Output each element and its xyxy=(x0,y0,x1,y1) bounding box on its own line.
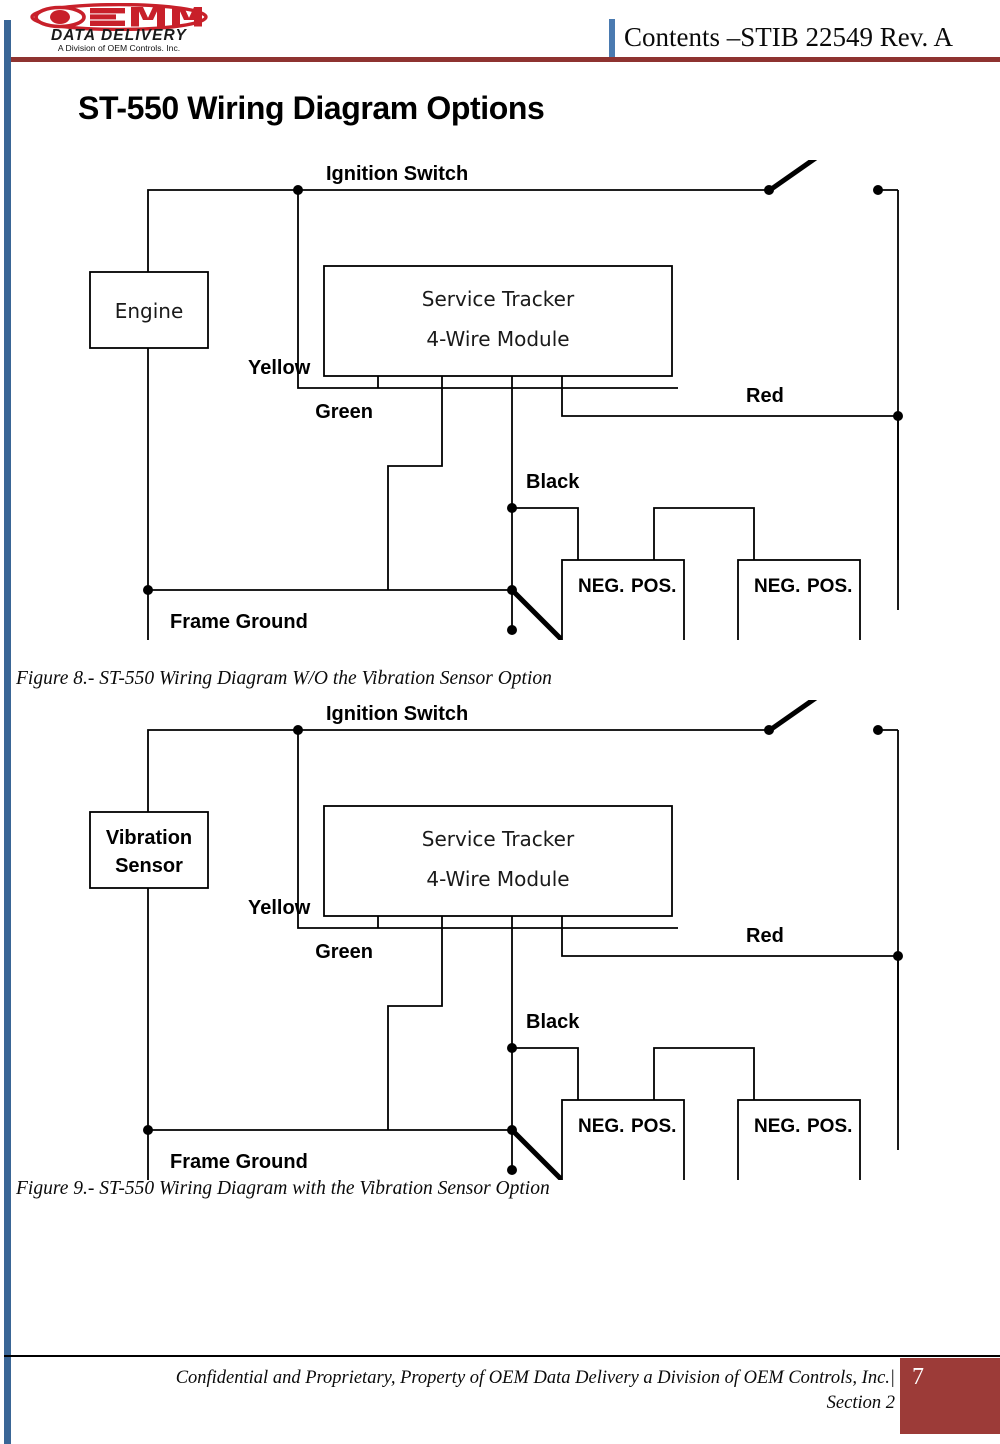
wiring-diagram-figure-8: Engine Service Tracker 4-Wire Module NEG… xyxy=(78,160,908,640)
module-label-line2: 4-Wire Module xyxy=(426,867,569,891)
page-header: DATA DELIVERY A Division of OEM Controls… xyxy=(0,0,1000,68)
oem-data-delivery-logo: DATA DELIVERY A Division of OEM Controls… xyxy=(24,2,212,54)
module-label-line1: Service Tracker xyxy=(422,287,575,311)
source-box-label-line1: Vibration xyxy=(106,827,192,849)
yellow-label: Yellow xyxy=(248,897,311,919)
frame-ground-label: Frame Ground xyxy=(170,611,308,633)
battery-2-pos: POS. xyxy=(807,576,852,597)
source-box-label-line1: Engine xyxy=(115,299,184,323)
ignition-switch-label: Ignition Switch xyxy=(326,163,468,185)
logo-subtitle: A Division of OEM Controls. Inc. xyxy=(57,43,181,53)
footer-divider xyxy=(4,1355,1000,1357)
footer-section-line: Section 2 xyxy=(826,1393,895,1413)
frame-ground-label: Frame Ground xyxy=(170,1151,308,1173)
wiring-diagram-figure-9: Vibration Sensor Service Tracker 4-Wire … xyxy=(78,700,908,1180)
red-label: Red xyxy=(746,925,784,947)
header-rule-blue xyxy=(4,53,11,67)
battery-1-neg: NEG. xyxy=(578,576,624,597)
green-label: Green xyxy=(315,941,373,963)
module-label-line1: Service Tracker xyxy=(422,827,575,851)
battery-2-neg: NEG. xyxy=(754,1116,800,1137)
battery-1-neg: NEG. xyxy=(578,1116,624,1137)
ignition-switch-label: Ignition Switch xyxy=(326,703,468,725)
battery-2-neg: NEG. xyxy=(754,576,800,597)
black-label: Black xyxy=(526,1011,580,1033)
header-title: Contents –STIB 22549 Rev. A xyxy=(624,22,954,52)
document-page: DATA DELIVERY A Division of OEM Controls… xyxy=(0,0,1000,1444)
module-label-line2: 4-Wire Module xyxy=(426,327,569,351)
battery-1-pos: POS. xyxy=(631,576,676,597)
left-accent-bar xyxy=(4,20,11,1444)
source-box-label-line2: Sensor xyxy=(115,855,183,877)
footer-text: Confidential and Proprietary, Property o… xyxy=(60,1366,895,1416)
battery-1-pos: POS. xyxy=(631,1116,676,1137)
red-label: Red xyxy=(746,385,784,407)
green-label: Green xyxy=(315,401,373,423)
page-title: ST-550 Wiring Diagram Options xyxy=(78,90,545,126)
yellow-label: Yellow xyxy=(248,357,311,379)
figure-8-caption: Figure 8.- ST-550 Wiring Diagram W/O the… xyxy=(16,668,552,689)
battery-2-pos: POS. xyxy=(807,1116,852,1137)
header-accent-tab xyxy=(609,19,615,57)
header-rule-red xyxy=(11,57,1000,62)
footer-confidentiality-line: Confidential and Proprietary, Property o… xyxy=(175,1368,895,1388)
figure-9-caption: Figure 9.- ST-550 Wiring Diagram with th… xyxy=(16,1178,550,1199)
page-number: 7 xyxy=(912,1364,924,1390)
black-label: Black xyxy=(526,471,580,493)
